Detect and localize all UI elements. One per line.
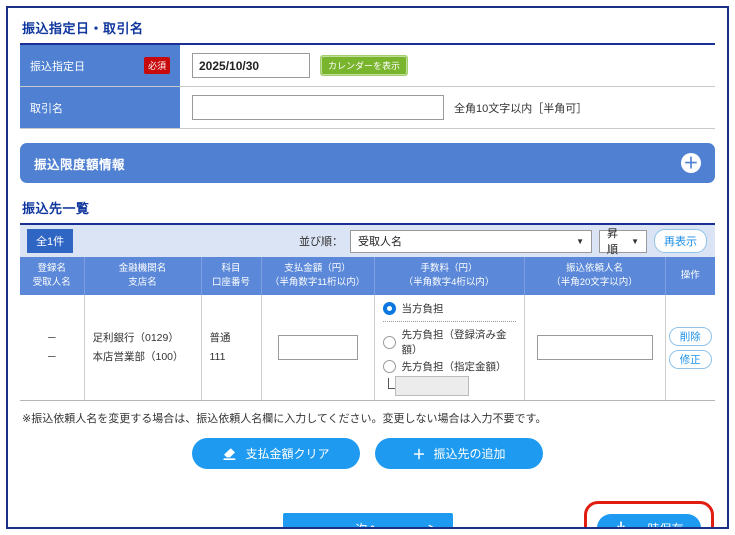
required-badge: 必須 [144, 57, 170, 74]
chevron-down-icon: ▼ [576, 237, 584, 246]
eraser-icon [222, 447, 237, 461]
header-registered-name: 登録名受取人名 [20, 257, 84, 295]
date-value-cell: カレンダーを表示 [180, 45, 715, 86]
section-title-transfer-date: 振込指定日・取引名 [20, 16, 715, 43]
payee-table-header-row: 登録名受取人名 金融機関名支店名 科目口座番号 支払金額（円）（半角数字11桁以… [20, 257, 715, 295]
transaction-name-value-cell: 全角10文字以内［半角可］ [180, 87, 715, 128]
payee-list-toolbar: 全1件 並び順： 受取人名 ▼ 昇順 ▼ 再表示 [20, 223, 715, 257]
fee-options-divider [383, 321, 516, 322]
transaction-name-input[interactable] [192, 95, 444, 120]
header-account: 科目口座番号 [201, 257, 261, 295]
section-title-payee-list: 振込先一覧 [20, 196, 715, 223]
payee-table-row: － － 足利銀行（0129） 本店営業部（100） 普通 111 [20, 295, 715, 401]
expand-plus-icon[interactable]: ＋ [681, 153, 701, 173]
page-frame: 振込指定日・取引名 振込指定日 必須 カレンダーを表示 取引名 全角10文字以 [6, 6, 729, 529]
cell-fee: 当方負担 先方負担（登録済み金額） 先方負担（指定金額） [374, 295, 524, 401]
header-requester: 振込依頼人名（半角20文字以内） [524, 257, 665, 295]
cell-bank: 足利銀行（0129） 本店営業部（100） [84, 295, 201, 401]
fee-option-our-side[interactable]: 当方負担 [383, 301, 516, 316]
red-highlight-annotation: 一時保存 [584, 501, 714, 529]
temporary-save-button[interactable]: 一時保存 [597, 514, 701, 529]
sort-order-label: 並び順： [299, 233, 343, 249]
transaction-name-label-cell: 取引名 [20, 87, 180, 128]
modify-button[interactable]: 修正 [669, 350, 712, 369]
requester-name-input[interactable] [537, 335, 653, 360]
cell-account: 普通 111 [201, 295, 261, 401]
fee-option-their-side-specified[interactable]: 先方負担（指定金額） [383, 359, 516, 374]
plus-icon: ＋ [412, 444, 425, 463]
add-payee-button[interactable]: ＋ 振込先の追加 [375, 438, 543, 469]
next-button[interactable]: 次へ ＞ [283, 513, 453, 529]
sort-controls: 並び順： 受取人名 ▼ 昇順 ▼ 再表示 [299, 229, 709, 253]
sort-key-select[interactable]: 受取人名 ▼ [350, 230, 592, 253]
date-label-cell: 振込指定日 必須 [20, 45, 180, 86]
payee-table: 登録名受取人名 金融機関名支店名 科目口座番号 支払金額（円）（半角数字11桁以… [20, 257, 715, 401]
header-fee: 手数料（円）（半角数字4桁以内） [374, 257, 524, 295]
total-count-badge: 全1件 [27, 229, 73, 253]
show-calendar-button[interactable]: カレンダーを表示 [320, 55, 408, 76]
sort-direction-value: 昇順 [607, 225, 626, 257]
cell-requester [524, 295, 665, 401]
date-label: 振込指定日 [30, 58, 85, 74]
transfer-date-form: 振込指定日 必須 カレンダーを表示 取引名 全角10文字以内［半角可］ [20, 43, 715, 129]
cell-amount [261, 295, 374, 401]
radio-selected-icon[interactable] [383, 302, 396, 315]
transfer-date-input[interactable] [192, 53, 310, 78]
sort-key-value: 受取人名 [358, 233, 402, 249]
redisplay-button[interactable]: 再表示 [654, 229, 707, 253]
radio-icon[interactable] [383, 360, 396, 373]
clear-payment-amount-button[interactable]: 支払金額クリア [192, 438, 360, 469]
download-icon [614, 521, 628, 529]
header-bank: 金融機関名支店名 [84, 257, 201, 295]
cell-registered-name: － － [20, 295, 84, 401]
transaction-name-hint: 全角10文字以内［半角可］ [454, 100, 587, 116]
transfer-limit-title: 振込限度額情報 [34, 154, 125, 173]
transfer-limit-banner[interactable]: 振込限度額情報 ＋ [20, 143, 715, 183]
list-action-buttons: 支払金額クリア ＋ 振込先の追加 [20, 438, 715, 469]
fee-specified-amount-group [388, 376, 516, 396]
fee-specified-amount-input[interactable] [395, 376, 469, 396]
transaction-name-label: 取引名 [30, 100, 63, 116]
fee-option-their-side-registered[interactable]: 先方負担（登録済み金額） [383, 327, 516, 357]
chevron-down-icon: ▼ [631, 237, 639, 246]
header-operations: 操作 [665, 257, 715, 295]
footer: 次へ ＞ 一時保存 [20, 501, 715, 529]
l-connector-line [388, 378, 395, 389]
cell-operations: 削除 修正 [665, 295, 715, 401]
payment-amount-input[interactable] [278, 335, 358, 360]
header-amount: 支払金額（円）（半角数字11桁以内） [261, 257, 374, 295]
form-row-date: 振込指定日 必須 カレンダーを表示 [20, 45, 715, 87]
requester-name-note: ※振込依頼人名を変更する場合は、振込依頼人名欄に入力してください。変更しない場合… [20, 410, 715, 426]
chevron-right-icon: ＞ [428, 521, 439, 529]
delete-button[interactable]: 削除 [669, 327, 712, 346]
radio-icon[interactable] [383, 336, 396, 349]
form-row-transaction-name: 取引名 全角10文字以内［半角可］ [20, 87, 715, 129]
sort-direction-select[interactable]: 昇順 ▼ [599, 230, 647, 253]
